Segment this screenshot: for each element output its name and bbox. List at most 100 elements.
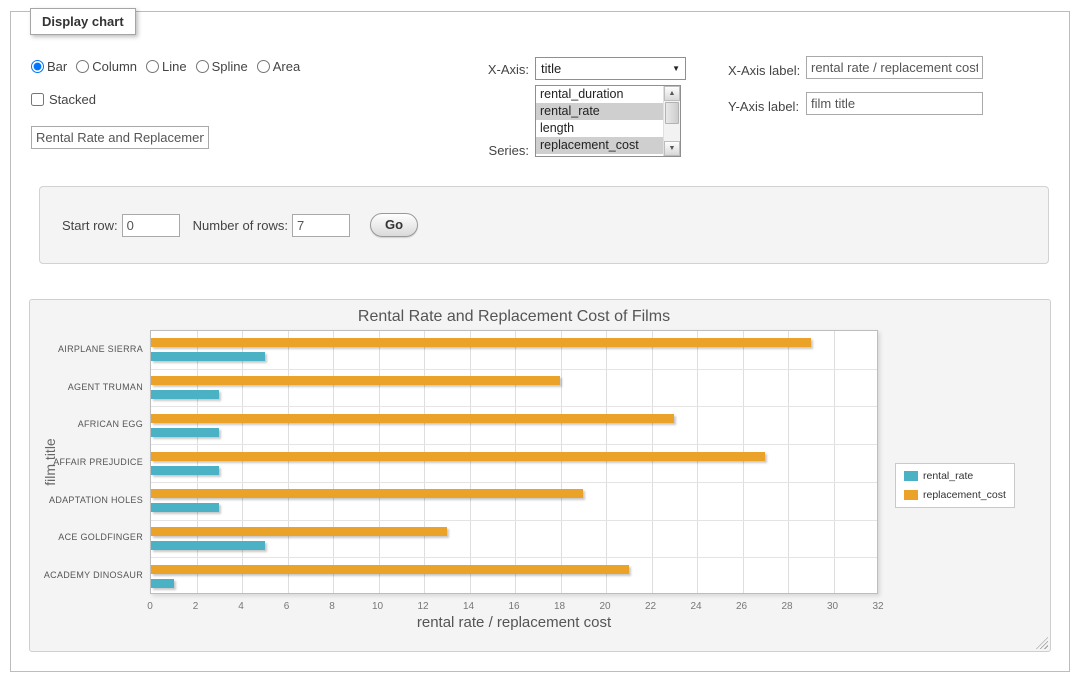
stacked-checkbox-row[interactable]: Stacked (31, 92, 96, 107)
series-option-replacement_cost[interactable]: replacement_cost (536, 137, 663, 154)
stacked-checkbox[interactable] (31, 93, 44, 106)
bar-replacement_cost (151, 338, 811, 347)
scrollbar-thumb[interactable] (665, 102, 679, 124)
x-axis-select[interactable]: title ▼ (535, 57, 686, 80)
x-tick-label: 18 (554, 601, 565, 612)
chart-type-option-spline[interactable]: Spline (196, 59, 248, 74)
number-of-rows-label: Number of rows: (193, 218, 288, 233)
x-axis-field-label: X-Axis: (411, 62, 529, 77)
fieldset-legend: Display chart (30, 8, 136, 35)
legend-item-replacement_cost: replacement_cost (904, 489, 1006, 501)
start-row-input[interactable] (122, 214, 180, 237)
chart-x-axis-title: rental rate / replacement cost (30, 614, 998, 631)
chart-type-option-line[interactable]: Line (146, 59, 187, 74)
x-tick-label: 10 (372, 601, 383, 612)
legend-label: replacement_cost (923, 489, 1006, 501)
chart-title-input[interactable] (31, 126, 209, 149)
chart-type-radio-column[interactable] (76, 60, 89, 73)
gridline-horizontal (151, 369, 877, 370)
bar-rental_rate (151, 466, 219, 475)
x-tick-label: 32 (872, 601, 883, 612)
dropdown-arrow-icon: ▼ (672, 64, 680, 73)
gridline-vertical (333, 331, 334, 593)
x-tick-label: 4 (238, 601, 244, 612)
x-axis-label-input[interactable] (806, 56, 983, 79)
gridline-vertical (606, 331, 607, 593)
gridline-vertical (561, 331, 562, 593)
legend-label: rental_rate (923, 470, 973, 482)
gridline-vertical (242, 331, 243, 593)
gridline-horizontal (151, 557, 877, 558)
chart-legend: rental_rate replacement_cost (895, 463, 1015, 508)
gridline-vertical (470, 331, 471, 593)
series-multiselect[interactable]: rental_durationrental_ratelengthreplacem… (535, 85, 681, 157)
chart-type-radio-label: Bar (47, 59, 67, 74)
display-chart-fieldset: Display chart Bar Column Line Spline Area St… (10, 11, 1070, 672)
go-button[interactable]: Go (370, 213, 418, 237)
gridline-vertical (288, 331, 289, 593)
x-tick-label: 14 (463, 601, 474, 612)
legend-swatch (904, 490, 918, 500)
bar-replacement_cost (151, 376, 560, 385)
x-tick-label: 0 (147, 601, 153, 612)
bar-rental_rate (151, 352, 265, 361)
y-tick-label: AFFAIR PREJUDICE (30, 457, 143, 467)
gridline-horizontal (151, 520, 877, 521)
bar-replacement_cost (151, 565, 629, 574)
plot-area (150, 330, 878, 594)
y-tick-label: AFRICAN EGG (30, 419, 143, 429)
chart-type-radio-spline[interactable] (196, 60, 209, 73)
series-option-rental_duration[interactable]: rental_duration (536, 86, 663, 103)
bar-rental_rate (151, 390, 219, 399)
chart-type-radio-label: Spline (212, 59, 248, 74)
display-chart-page: Display chart Bar Column Line Spline Area St… (0, 0, 1081, 681)
scroll-up-icon[interactable]: ▲ (664, 86, 680, 101)
series-option-length[interactable]: length (536, 120, 663, 137)
x-tick-label: 16 (508, 601, 519, 612)
gridline-vertical (788, 331, 789, 593)
stacked-label: Stacked (49, 92, 96, 107)
legend-item-rental_rate: rental_rate (904, 470, 1006, 482)
chart-type-option-column[interactable]: Column (76, 59, 137, 74)
chart-type-radio-area[interactable] (257, 60, 270, 73)
resize-grip-icon[interactable] (1036, 637, 1048, 649)
bar-replacement_cost (151, 489, 583, 498)
x-tick-label: 26 (736, 601, 747, 612)
chart-type-radio-bar[interactable] (31, 60, 44, 73)
gridline-vertical (515, 331, 516, 593)
y-tick-label: ACADEMY DINOSAUR (30, 570, 143, 580)
y-tick-label: ADAPTATION HOLES (30, 495, 143, 505)
y-tick-label: AIRPLANE SIERRA (30, 344, 143, 354)
scroll-down-icon[interactable]: ▼ (664, 141, 680, 156)
number-of-rows-input[interactable] (292, 214, 350, 237)
gridline-vertical (197, 331, 198, 593)
x-axis-selected-value: title (541, 61, 561, 76)
x-tick-label: 22 (645, 601, 656, 612)
x-tick-label: 20 (599, 601, 610, 612)
x-tick-label: 12 (417, 601, 428, 612)
series-option-rental_rate[interactable]: rental_rate (536, 103, 663, 120)
chart-type-option-bar[interactable]: Bar (31, 59, 67, 74)
x-tick-label: 28 (781, 601, 792, 612)
y-tick-label: ACE GOLDFINGER (30, 532, 143, 542)
gridline-vertical (834, 331, 835, 593)
chart-type-radio-label: Column (92, 59, 137, 74)
y-axis-label-input[interactable] (806, 92, 983, 115)
gridline-vertical (424, 331, 425, 593)
x-tick-label: 6 (284, 601, 290, 612)
chart-title: Rental Rate and Replacement Cost of Film… (30, 308, 998, 326)
bar-replacement_cost (151, 527, 447, 536)
bar-replacement_cost (151, 414, 674, 423)
chart-type-radio-line[interactable] (146, 60, 159, 73)
gridline-horizontal (151, 406, 877, 407)
series-scrollbar[interactable]: ▲ ▼ (663, 86, 680, 156)
gridline-vertical (697, 331, 698, 593)
y-tick-label: AGENT TRUMAN (30, 382, 143, 392)
gridline-horizontal (151, 482, 877, 483)
bar-rental_rate (151, 579, 174, 588)
chart-type-option-area[interactable]: Area (257, 59, 300, 74)
chart-type-radio-label: Line (162, 59, 187, 74)
series-field-label: Series: (411, 143, 529, 158)
series-options-list: rental_durationrental_ratelengthreplacem… (536, 86, 663, 156)
y-axis-label-field-label: Y-Axis label: (728, 99, 799, 114)
